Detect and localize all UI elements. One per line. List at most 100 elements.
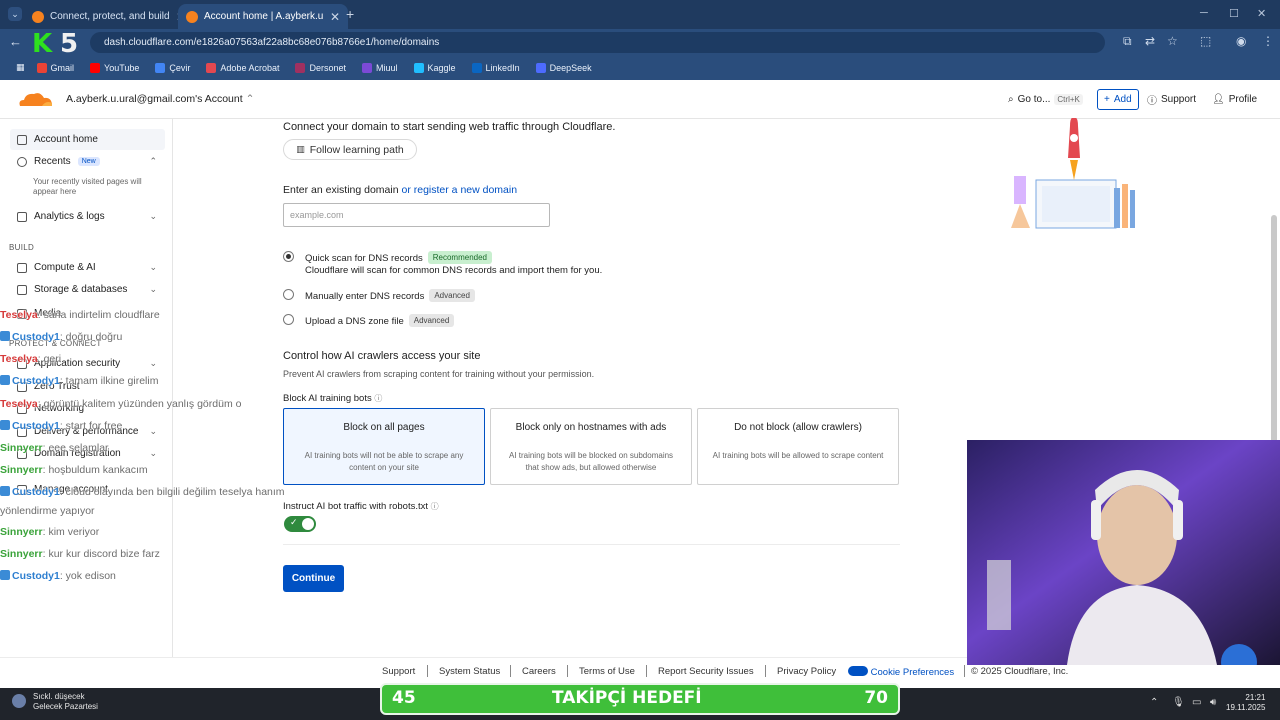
info-icon[interactable]: ⓘ [431,502,439,511]
bookmark-gmail[interactable]: Gmail [29,58,83,78]
footer-link-privacy[interactable]: Privacy Policy [777,666,836,677]
domain-input[interactable]: example.com [283,203,550,227]
chart-icon [17,211,27,222]
goto-button[interactable]: ⌕ Go to... Ctrl+K [1002,89,1089,110]
enter-domain-label: Enter an existing domain or register a n… [283,184,517,196]
chat-text: : doğru doğru [59,331,123,343]
follow-learning-path-button[interactable]: ▥ Follow learning path [283,139,417,160]
bookmark-linkedin[interactable]: LinkedIn [464,58,528,78]
account-switcher[interactable]: A.ayberk.u.ural@gmail.com's Account ⌃ [66,93,254,105]
bookmark-label: Çevir [169,62,191,73]
translate-icon[interactable]: ⇄ [1145,34,1155,48]
translate-icon [155,62,166,73]
chat-username: Custody1 [12,486,60,498]
card-block-hostnames-ads[interactable]: Block only on hostnames with ads AI trai… [490,408,692,485]
back-icon[interactable]: ← [9,34,22,49]
close-tab-icon[interactable]: ✕ [330,10,340,24]
chevron-updown-icon: ⌃ [245,93,255,105]
minimize-icon[interactable]: ─ [1200,7,1208,19]
sidebar-item-recents[interactable]: Recents New ⌃ [10,151,165,172]
browser-tab-2[interactable]: Account home | A.ayberk.u.ural ✕ [178,4,348,29]
bookmark-dersonet[interactable]: Dersonet [287,58,354,78]
option-quick-scan[interactable]: Quick scan for DNS records Recommended [305,251,492,264]
close-window-icon[interactable]: ✕ [1257,7,1266,20]
footer-link-careers[interactable]: Careers [522,666,556,677]
address-bar: ← dash.cloudflare.com/e1826a07563af22a8b… [0,29,1280,55]
follower-goal-overlay: 45 TAKİPÇİ HEDEFİ 70 [380,683,900,715]
footer-link-terms[interactable]: Terms of Use [579,666,635,677]
sidebar-item-compute[interactable]: Compute & AI ⌄ [10,257,165,278]
weather-widget[interactable]: Sıckl. düşecek Gelecek Pazartesi [33,692,98,712]
continue-button[interactable]: Continue [283,565,344,592]
chat-message: Teselya: geri [0,353,61,365]
chevron-up-icon: ⌃ [149,156,157,166]
option-manual-dns[interactable]: Manually enter DNS records Advanced [305,289,475,302]
tray-chevron-icon[interactable]: ⌃ [1150,697,1158,708]
menu-dots-icon[interactable]: ⋮ [1262,34,1274,48]
new-tab-icon[interactable]: + [346,6,354,22]
sidebar-item-analytics[interactable]: Analytics & logs ⌄ [10,206,165,227]
chat-username: Sinnyerr [0,442,43,454]
radio-upload-zone[interactable] [283,314,294,325]
extensions-icon[interactable]: ⬚ [1200,34,1211,48]
cloudflare-favicon-icon [186,10,198,23]
add-button[interactable]: + Add [1097,89,1139,110]
register-domain-link[interactable]: or register a new domain [402,184,518,196]
card-do-not-block[interactable]: Do not block (allow crawlers) AI trainin… [697,408,899,485]
footer-link-security[interactable]: Report Security Issues [658,666,754,677]
clock-icon [17,156,27,167]
bookmark-kaggle[interactable]: Kaggle [406,58,464,78]
toggle-knob [302,518,314,530]
chevron-down-icon: ⌄ [149,426,157,436]
support-button[interactable]: ⓘ Support [1141,89,1202,110]
bookmark-miuul[interactable]: Miuul [354,58,406,78]
tab-search-icon[interactable]: ⌄ [8,7,22,21]
network-tray-icon[interactable]: ▭ [1192,697,1201,708]
cloudflare-logo-icon[interactable] [16,90,54,108]
rocket-illustration-icon [1011,118,1135,229]
volume-icon[interactable]: 🔊︎ [1210,697,1216,708]
bookmark-star-icon[interactable]: ☆ [1167,34,1178,48]
option-upload-zone[interactable]: Upload a DNS zone file Advanced [305,314,455,327]
footer-separator [765,665,766,677]
footer-link-support[interactable]: Support [382,666,415,677]
info-icon[interactable]: ⓘ [374,394,382,403]
robots-toggle[interactable]: ✓ [284,516,316,532]
maximize-icon[interactable]: ☐ [1229,7,1239,20]
footer-separator [646,665,647,677]
chat-badge-icon [0,375,10,385]
card-block-all-pages[interactable]: Block on all pages AI training bots will… [283,408,485,485]
search-icon: ⌕ [1008,94,1014,105]
taskbar-clock[interactable]: 21:21 19.11.2025 [1226,693,1265,713]
sidebar-item-storage[interactable]: Storage & databases ⌄ [10,279,165,300]
chat-text: yönlendirme yapıyor [0,505,95,517]
divider [283,544,900,545]
install-icon[interactable]: ⧉ [1123,34,1132,49]
radio-manual-dns[interactable] [283,289,294,300]
bookmark-deepseek[interactable]: DeepSeek [528,58,600,78]
chat-badge-icon [0,420,10,430]
microphone-icon[interactable]: 🎙︎ [1172,697,1185,708]
chat-message: Sinnyerr: kur kur discord bize farz [0,548,160,560]
recommended-badge: Recommended [427,251,492,264]
browser-tab-1[interactable]: Connect, protect, and build eve ✕ [24,4,194,29]
youtube-icon [90,62,101,73]
url-field[interactable]: dash.cloudflare.com/e1826a07563af22a8bc6… [90,32,1105,53]
profile-button[interactable]: 👤︎ Profile [1206,89,1263,110]
bookmark-youtube[interactable]: YouTube [82,58,147,78]
footer-cookie-preferences[interactable]: Cookie Preferences [848,666,954,678]
sidebar-item-account-home[interactable]: Account home [10,129,165,150]
radio-quick-scan[interactable] [283,251,294,262]
apps-grid-icon[interactable]: ▦ [8,58,29,78]
bookmark-cevir[interactable]: Çevir [147,58,198,78]
profile-avatar-icon[interactable]: ◉ [1236,34,1246,48]
streamer-k5-logo: K 5 [30,29,90,59]
clock-time: 21:21 [1245,693,1266,702]
chat-username: Teselya [0,309,38,321]
chevron-down-icon: ⌄ [149,262,157,272]
footer-link-system-status[interactable]: System Status [439,666,500,677]
plus-icon: + [1104,94,1110,105]
chevron-down-icon: ⌄ [149,358,157,368]
gmail-icon [36,62,47,73]
bookmark-acrobat[interactable]: Adobe Acrobat [198,58,287,78]
